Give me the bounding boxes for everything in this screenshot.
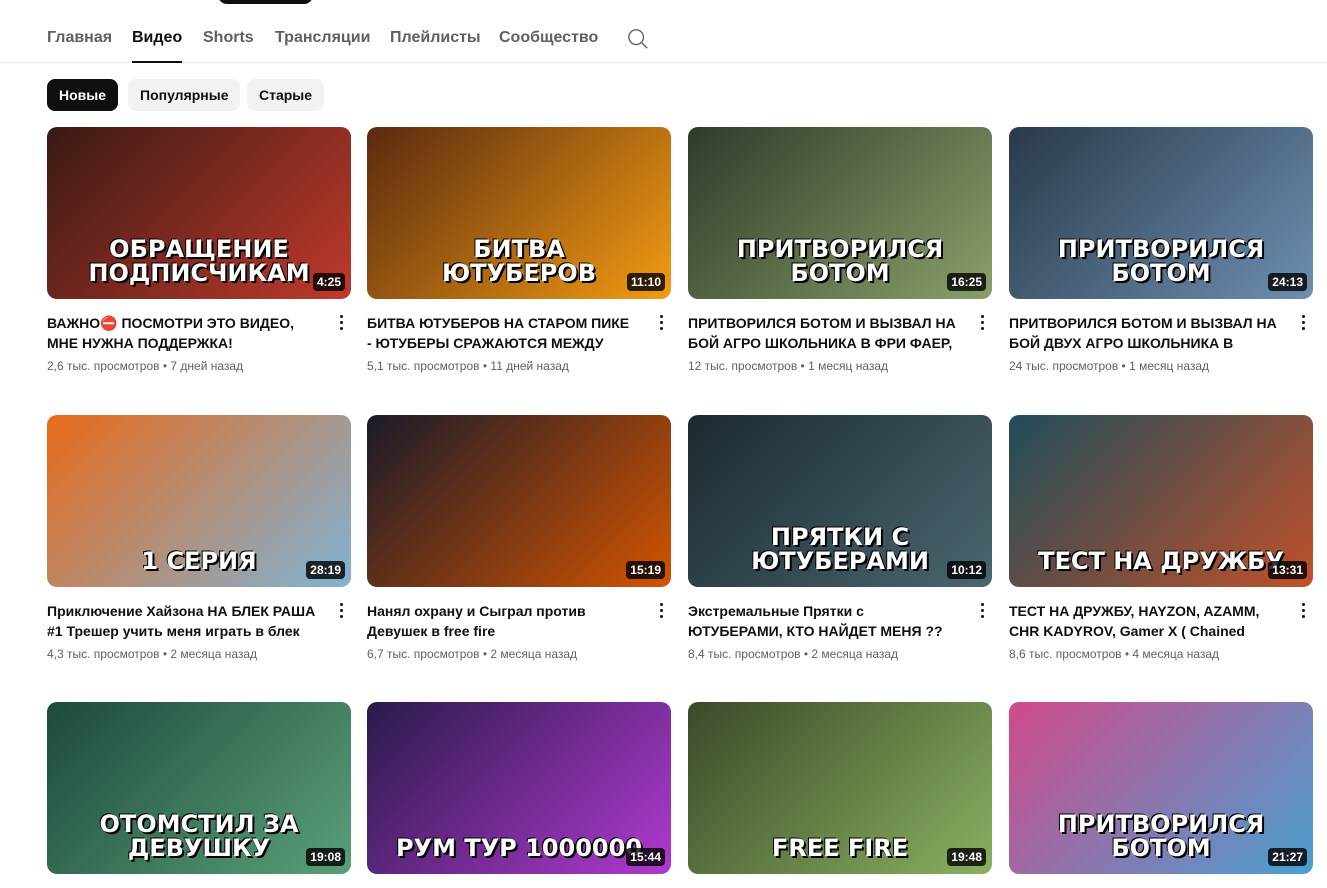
more-actions-icon[interactable]: [1293, 600, 1313, 620]
upload-age: 11 дней назад: [490, 359, 569, 373]
video-card[interactable]: БИТВА ЮТУБЕРОВ 11:10 БИТВА ЮТУБЕРОВ НА С…: [367, 127, 671, 373]
video-thumbnail[interactable]: 15:19: [367, 415, 671, 587]
tab-4[interactable]: Плейлисты: [390, 29, 481, 47]
view-count: 6,7 тыс. просмотров: [367, 647, 480, 661]
filter-chip[interactable]: Старые: [247, 79, 325, 111]
video-thumbnail[interactable]: FREE FIRE 19:48: [688, 702, 992, 874]
video-meta: 6,7 тыс. просмотров • 2 месяца назад: [367, 647, 578, 661]
video-card[interactable]: ПРИТВОРИЛСЯ БОТОМ 24:13 ПРИТВОРИЛСЯ БОТО…: [1009, 127, 1313, 373]
duration-badge: 19:48: [947, 848, 986, 866]
video-card[interactable]: FREE FIRE 19:48: [688, 702, 992, 874]
thumbnail-caption: ОБРАЩЕНИЕ ПОДПИСЧИКАМ: [88, 235, 310, 287]
thumbnail-caption: ПРИТВОРИЛСЯ БОТОМ: [1057, 235, 1265, 287]
view-count: 24 тыс. просмотров: [1009, 359, 1119, 373]
duration-badge: 16:25: [947, 273, 986, 291]
more-actions-icon[interactable]: [1293, 312, 1313, 332]
video-card[interactable]: РУМ ТУР 1000000 15:44: [367, 702, 671, 874]
video-meta: 8,6 тыс. просмотров • 4 месяца назад: [1009, 647, 1220, 661]
video-title[interactable]: ПРИТВОРИЛСЯ БОТОМ И ВЫЗВАЛ НА БОЙ ДВУХ А…: [1009, 313, 1279, 353]
upload-age: 2 месяца назад: [170, 647, 258, 661]
view-count: 4,3 тыс. просмотров: [47, 647, 160, 661]
video-thumbnail[interactable]: ОБРАЩЕНИЕ ПОДПИСЧИКАМ 4:25: [47, 127, 351, 299]
video-title[interactable]: Приключение Хайзона НА БЛЕК РАША #1 Треш…: [47, 601, 317, 641]
video-title[interactable]: ВАЖНО⛔ ПОСМОТРИ ЭТО ВИДЕО, МНЕ НУЖНА ПОД…: [47, 313, 317, 353]
duration-badge: 10:12: [947, 561, 986, 579]
view-count: 5,1 тыс. просмотров: [367, 359, 480, 373]
video-card[interactable]: 1 СЕРИЯ 28:19 Приключение Хайзона НА БЛЕ…: [47, 415, 351, 661]
more-actions-icon[interactable]: [651, 600, 671, 620]
tab-5[interactable]: Сообщество: [499, 29, 598, 47]
view-count: 8,6 тыс. просмотров: [1009, 647, 1122, 661]
filter-chip[interactable]: Популярные: [128, 79, 241, 111]
video-meta: 8,4 тыс. просмотров • 2 месяца назад: [688, 647, 899, 661]
thumbnail-caption: ПРЯТКИ С ЮТУБЕРАМИ: [751, 523, 929, 575]
video-thumbnail[interactable]: ТЕСТ НА ДРУЖБУ 13:31: [1009, 415, 1313, 587]
video-card[interactable]: ПРИТВОРИЛСЯ БОТОМ 21:27: [1009, 702, 1313, 874]
video-meta: 24 тыс. просмотров • 1 месяц назад: [1009, 359, 1210, 373]
view-count: 12 тыс. просмотров: [688, 359, 798, 373]
upload-age: 1 месяц назад: [808, 359, 889, 373]
video-card[interactable]: ПРЯТКИ С ЮТУБЕРАМИ 10:12 Экстремальные П…: [688, 415, 992, 661]
more-actions-icon[interactable]: [331, 600, 351, 620]
upload-age: 1 месяц назад: [1129, 359, 1210, 373]
thumbnail-caption: ПРИТВОРИЛСЯ БОТОМ: [1057, 810, 1265, 862]
thumbnail-caption: РУМ ТУР 1000000: [395, 834, 643, 862]
tab-2[interactable]: Shorts: [203, 29, 254, 47]
upload-age: 2 месяца назад: [490, 647, 578, 661]
video-card[interactable]: ПРИТВОРИЛСЯ БОТОМ 16:25 ПРИТВОРИЛСЯ БОТО…: [688, 127, 992, 373]
more-actions-icon[interactable]: [331, 312, 351, 332]
thumbnail-caption: ПРИТВОРИЛСЯ БОТОМ: [736, 235, 944, 287]
channel-tabs: Главная Видео Shorts Трансляции Плейлисты Соо…: [0, 0, 1327, 63]
video-thumbnail[interactable]: РУМ ТУР 1000000 15:44: [367, 702, 671, 874]
tab-1[interactable]: Видео: [132, 29, 183, 63]
video-meta: 4,3 тыс. просмотров • 2 месяца назад: [47, 647, 258, 661]
duration-badge: 21:27: [1268, 848, 1307, 866]
video-card[interactable]: ОТОМСТИЛ ЗА ДЕВУШКУ 19:08: [47, 702, 351, 874]
video-thumbnail[interactable]: ПРЯТКИ С ЮТУБЕРАМИ 10:12: [688, 415, 992, 587]
view-count: 2,6 тыс. просмотров: [47, 359, 160, 373]
video-card[interactable]: 15:19 Нанял охрану и Сыграл против Девуш…: [367, 415, 671, 661]
more-actions-icon[interactable]: [651, 312, 671, 332]
video-thumbnail[interactable]: 1 СЕРИЯ 28:19: [47, 415, 351, 587]
video-thumbnail[interactable]: ПРИТВОРИЛСЯ БОТОМ 24:13: [1009, 127, 1313, 299]
video-title[interactable]: Экстремальные Прятки с ЮТУБЕРАМИ, КТО НА…: [688, 601, 958, 641]
video-title[interactable]: ТЕСТ НА ДРУЖБУ, HAYZON, AZAMM, CHR KADYR…: [1009, 601, 1279, 641]
more-actions-icon[interactable]: [972, 312, 992, 332]
video-title[interactable]: ПРИТВОРИЛСЯ БОТОМ И ВЫЗВАЛ НА БОЙ АГРО Ш…: [688, 313, 958, 353]
thumbnail-caption: ТЕСТ НА ДРУЖБУ: [1038, 547, 1284, 575]
duration-badge: 19:08: [306, 848, 345, 866]
thumbnail-caption: FREE FIRE: [771, 834, 909, 862]
video-thumbnail[interactable]: ОТОМСТИЛ ЗА ДЕВУШКУ 19:08: [47, 702, 351, 874]
upload-age: 7 дней назад: [170, 359, 244, 373]
thumbnail-caption: ОТОМСТИЛ ЗА ДЕВУШКУ: [99, 810, 299, 862]
search-icon[interactable]: [627, 28, 649, 50]
video-meta: 2,6 тыс. просмотров • 7 дней назад: [47, 359, 244, 373]
video-card[interactable]: ТЕСТ НА ДРУЖБУ 13:31 ТЕСТ НА ДРУЖБУ, HAY…: [1009, 415, 1313, 661]
duration-badge: 24:13: [1268, 273, 1307, 291]
video-title[interactable]: Нанял охрану и Сыграл против Девушек в f…: [367, 601, 637, 641]
duration-badge: 15:44: [626, 848, 665, 866]
more-actions-icon[interactable]: [972, 600, 992, 620]
video-title[interactable]: БИТВА ЮТУБЕРОВ НА СТАРОМ ПИКЕ - ЮТУБЕРЫ …: [367, 313, 637, 353]
upload-age: 4 месяца назад: [1132, 647, 1220, 661]
duration-badge: 28:19: [306, 561, 345, 579]
tab-3[interactable]: Трансляции: [275, 29, 370, 47]
filter-chip[interactable]: Новые: [47, 79, 119, 111]
thumbnail-caption: БИТВА ЮТУБЕРОВ: [441, 235, 597, 287]
duration-badge: 15:19: [626, 561, 665, 579]
duration-badge: 13:31: [1268, 561, 1307, 579]
video-meta: 12 тыс. просмотров • 1 месяц назад: [688, 359, 889, 373]
thumbnail-caption: 1 СЕРИЯ: [141, 547, 257, 575]
upload-age: 2 месяца назад: [811, 647, 899, 661]
duration-badge: 4:25: [312, 273, 345, 291]
video-thumbnail[interactable]: БИТВА ЮТУБЕРОВ 11:10: [367, 127, 671, 299]
video-card[interactable]: ОБРАЩЕНИЕ ПОДПИСЧИКАМ 4:25 ВАЖНО⛔ ПОСМОТ…: [47, 127, 351, 373]
tab-0[interactable]: Главная: [47, 29, 112, 47]
video-thumbnail[interactable]: ПРИТВОРИЛСЯ БОТОМ 21:27: [1009, 702, 1313, 874]
video-meta: 5,1 тыс. просмотров • 11 дней назад: [367, 359, 569, 373]
view-count: 8,4 тыс. просмотров: [688, 647, 801, 661]
duration-badge: 11:10: [626, 273, 665, 291]
video-thumbnail[interactable]: ПРИТВОРИЛСЯ БОТОМ 16:25: [688, 127, 992, 299]
